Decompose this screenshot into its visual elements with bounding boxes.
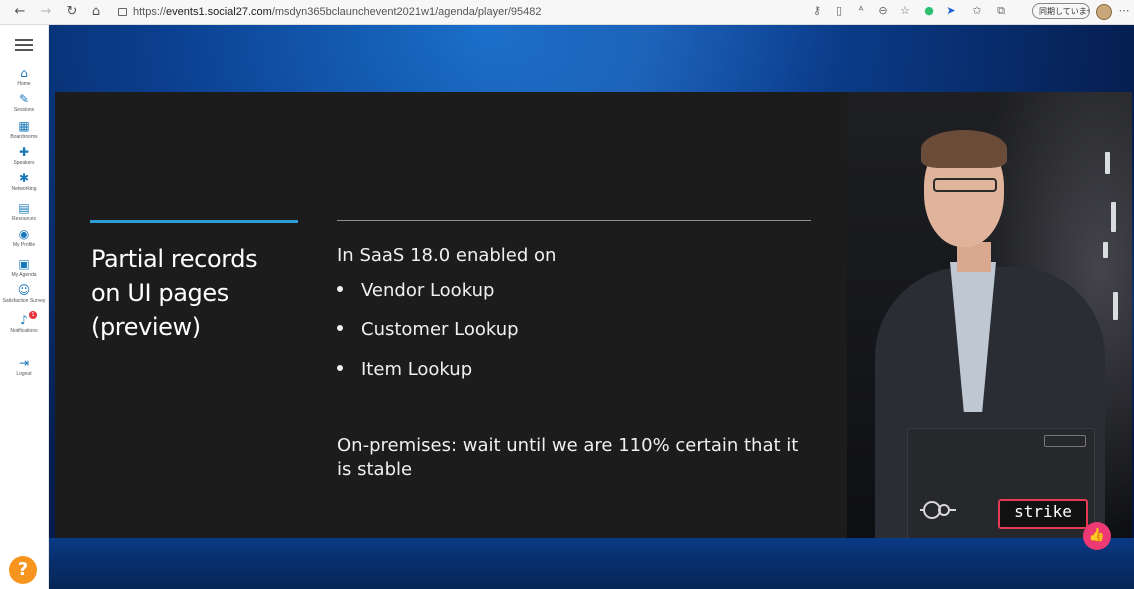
sidebar-item-logout[interactable]: ⇥ Logout	[0, 356, 48, 377]
bullet-dot-icon	[337, 365, 343, 371]
window-light	[1105, 152, 1110, 174]
sidebar-item-sessions[interactable]: ✎ Sessions	[0, 92, 48, 113]
profile-icon: ◉	[18, 227, 30, 241]
hamburger-menu-icon[interactable]	[15, 39, 33, 51]
slide-note: On-premises: wait until we are 110% cert…	[337, 435, 799, 480]
help-button[interactable]: ?	[9, 556, 37, 584]
sidebar-item-resources[interactable]: ▤ Resources	[0, 201, 48, 222]
laptop-sticker: strike	[998, 499, 1088, 529]
boardroom-icon: ▦	[18, 119, 30, 133]
speaker-laptop: strike	[907, 428, 1095, 538]
forward-arrow-icon[interactable]: →	[38, 4, 54, 20]
sidebar-item-label: Sessions	[13, 107, 35, 113]
sidebar-item-my-agenda[interactable]: ▣ My Agenda	[0, 257, 48, 278]
extension-green-icon[interactable]: ●	[922, 4, 936, 18]
sidebar-item-satisfaction-survey[interactable]: ☺ Satisfaction Survey	[0, 283, 48, 304]
browser-toolbar: ← → ↻ ⌂ https://events1.social27.com/msd…	[0, 0, 1134, 25]
calendar-icon: ▣	[18, 257, 30, 271]
url-host: events1.social27.com	[166, 6, 272, 18]
extension-blue-icon[interactable]: ➤	[944, 4, 958, 18]
sidebar-item-label: Boardrooms	[10, 134, 38, 140]
sidebar-item-label: Networking	[11, 186, 37, 192]
slide-bullet-text: Customer Lookup	[361, 319, 519, 340]
stage-footer-band	[49, 538, 1134, 589]
home-icon[interactable]: ⌂	[88, 4, 104, 20]
bullet-dot-icon	[337, 286, 343, 292]
sidebar-item-label: Home	[17, 81, 31, 87]
address-bar[interactable]: https://events1.social27.com/msdyn365bcl…	[118, 3, 798, 21]
speaker-hair	[921, 130, 1007, 168]
sidebar-item-label: Logout	[16, 371, 32, 377]
url-prefix: https://	[133, 6, 167, 18]
laptop-badge	[1044, 435, 1086, 447]
slide-bullet: Customer Lookup	[337, 316, 519, 344]
speaker-video[interactable]: strike	[847, 92, 1132, 538]
body-divider-rule	[337, 220, 811, 221]
sidebar-item-label: Notifications	[10, 328, 38, 334]
read-aloud-icon[interactable]: ᴬ	[854, 4, 868, 18]
resources-icon: ▤	[18, 201, 30, 215]
slide-bullet: Vendor Lookup	[337, 277, 494, 305]
key-icon[interactable]: ⚷	[810, 4, 824, 18]
slide-bullet-text: Item Lookup	[361, 359, 473, 380]
sidebar-item-networking[interactable]: ✱ Networking	[0, 171, 48, 192]
speaker-glasses	[933, 178, 997, 192]
sidebar-item-notifications[interactable]: ♪ Notifications 1	[0, 311, 48, 334]
sidebar-item-label: My Profile	[12, 242, 36, 248]
slide-bullet-text: Vendor Lookup	[361, 280, 495, 301]
sidebar-item-boardrooms[interactable]: ▦ Boardrooms	[0, 119, 48, 140]
reader-icon[interactable]: ▯	[832, 4, 846, 18]
title-accent-rule	[90, 220, 298, 223]
window-light	[1111, 202, 1116, 232]
bullet-dot-icon	[337, 325, 343, 331]
home-icon: ⌂	[20, 66, 28, 80]
back-arrow-icon[interactable]: ←	[12, 4, 28, 20]
logout-icon: ⇥	[18, 356, 30, 370]
sync-status-button[interactable]: 同期していません	[1032, 3, 1090, 19]
sidebar-item-label: Resources	[12, 216, 36, 222]
speaker-icon: ✚	[18, 145, 30, 159]
networking-icon: ✱	[18, 171, 30, 185]
url-path: /msdyn365bclaunchevent2021w1/agenda/play…	[271, 6, 542, 18]
window-light	[1103, 242, 1108, 258]
more-icon[interactable]: ⋯	[1118, 4, 1130, 20]
slide-bullet: Item Lookup	[337, 356, 472, 384]
favorite-add-icon[interactable]: ☆	[898, 4, 912, 18]
sidebar-item-label: Satisfaction Survey	[2, 298, 46, 304]
collections-icon[interactable]: ⧉	[994, 4, 1008, 18]
zoom-icon[interactable]: ⊖	[876, 4, 890, 18]
pencil-icon: ✎	[18, 92, 30, 106]
reload-icon[interactable]: ↻	[64, 4, 80, 20]
notification-count-badge: 1	[29, 311, 37, 319]
sidebar-item-my-profile[interactable]: ◉ My Profile	[0, 227, 48, 248]
sidebar-item-label: My Agenda	[11, 272, 37, 278]
sidebar-item-speakers[interactable]: ✚ Speakers	[0, 145, 48, 166]
like-button[interactable]: 👍	[1083, 522, 1111, 550]
lock-icon	[118, 8, 127, 16]
slide-title: Partial records on UI pages (preview)	[91, 245, 258, 341]
profile-avatar[interactable]	[1096, 4, 1112, 20]
laptop-sticker-logo-icon	[920, 501, 956, 519]
sidebar-item-label: Speakers	[13, 160, 35, 166]
slide-intro: In SaaS 18.0 enabled on	[337, 245, 557, 266]
app-sidebar: ⌂ Home ✎ Sessions ▦ Boardrooms ✚ Speakers ✱ Netwo…	[0, 25, 49, 589]
survey-icon: ☺	[17, 283, 31, 297]
sidebar-item-home[interactable]: ⌂ Home	[0, 66, 48, 87]
presentation-slide: Partial records on UI pages (preview) In…	[55, 92, 848, 538]
favorites-icon[interactable]: ✩	[970, 4, 984, 18]
window-light	[1113, 292, 1118, 320]
